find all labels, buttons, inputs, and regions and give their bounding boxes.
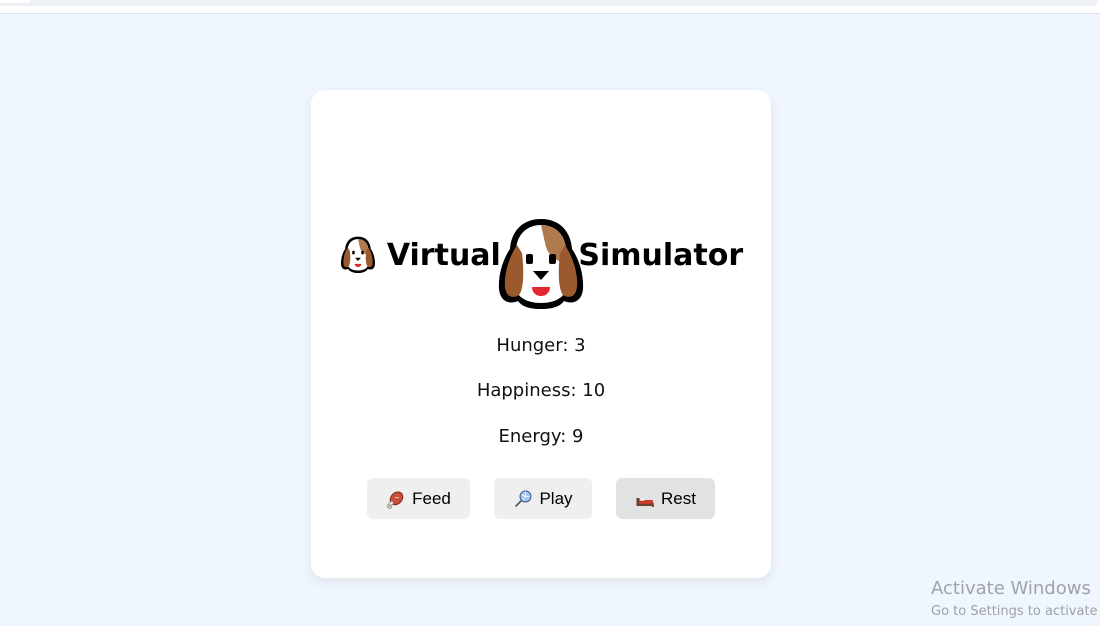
dog-face-icon [498, 219, 584, 309]
rest-button[interactable]: Rest [616, 478, 715, 519]
watermark-subtitle: Go to Settings to activate [931, 604, 1098, 619]
hunger-stat: Hunger: 3 [496, 335, 586, 356]
pet-card: Virtual Pet Simulator Hunger: 3 Happines… [311, 90, 771, 578]
play-button[interactable]: Play [494, 478, 592, 519]
watermark-title: Activate Windows [931, 578, 1091, 599]
ball-icon [515, 490, 532, 507]
bed-icon [636, 497, 654, 507]
activate-windows-watermark: Activate Windows Go to Settings to activ… [931, 578, 1098, 622]
rest-button-label: Rest [661, 488, 696, 508]
address-bar-edge[interactable] [0, 0, 1098, 6]
meat-on-bone-icon [386, 490, 404, 509]
pet-avatar [498, 219, 584, 309]
tab-edge[interactable] [0, 0, 30, 3]
energy-stat: Energy: 9 [498, 426, 584, 447]
dog-face-icon [340, 236, 375, 273]
happiness-stat: Happiness: 10 [476, 380, 606, 401]
feed-button[interactable]: Feed [367, 478, 470, 519]
feed-button-label: Feed [412, 488, 451, 508]
browser-top-bar [0, 0, 1100, 14]
play-button-label: Play [539, 488, 573, 508]
